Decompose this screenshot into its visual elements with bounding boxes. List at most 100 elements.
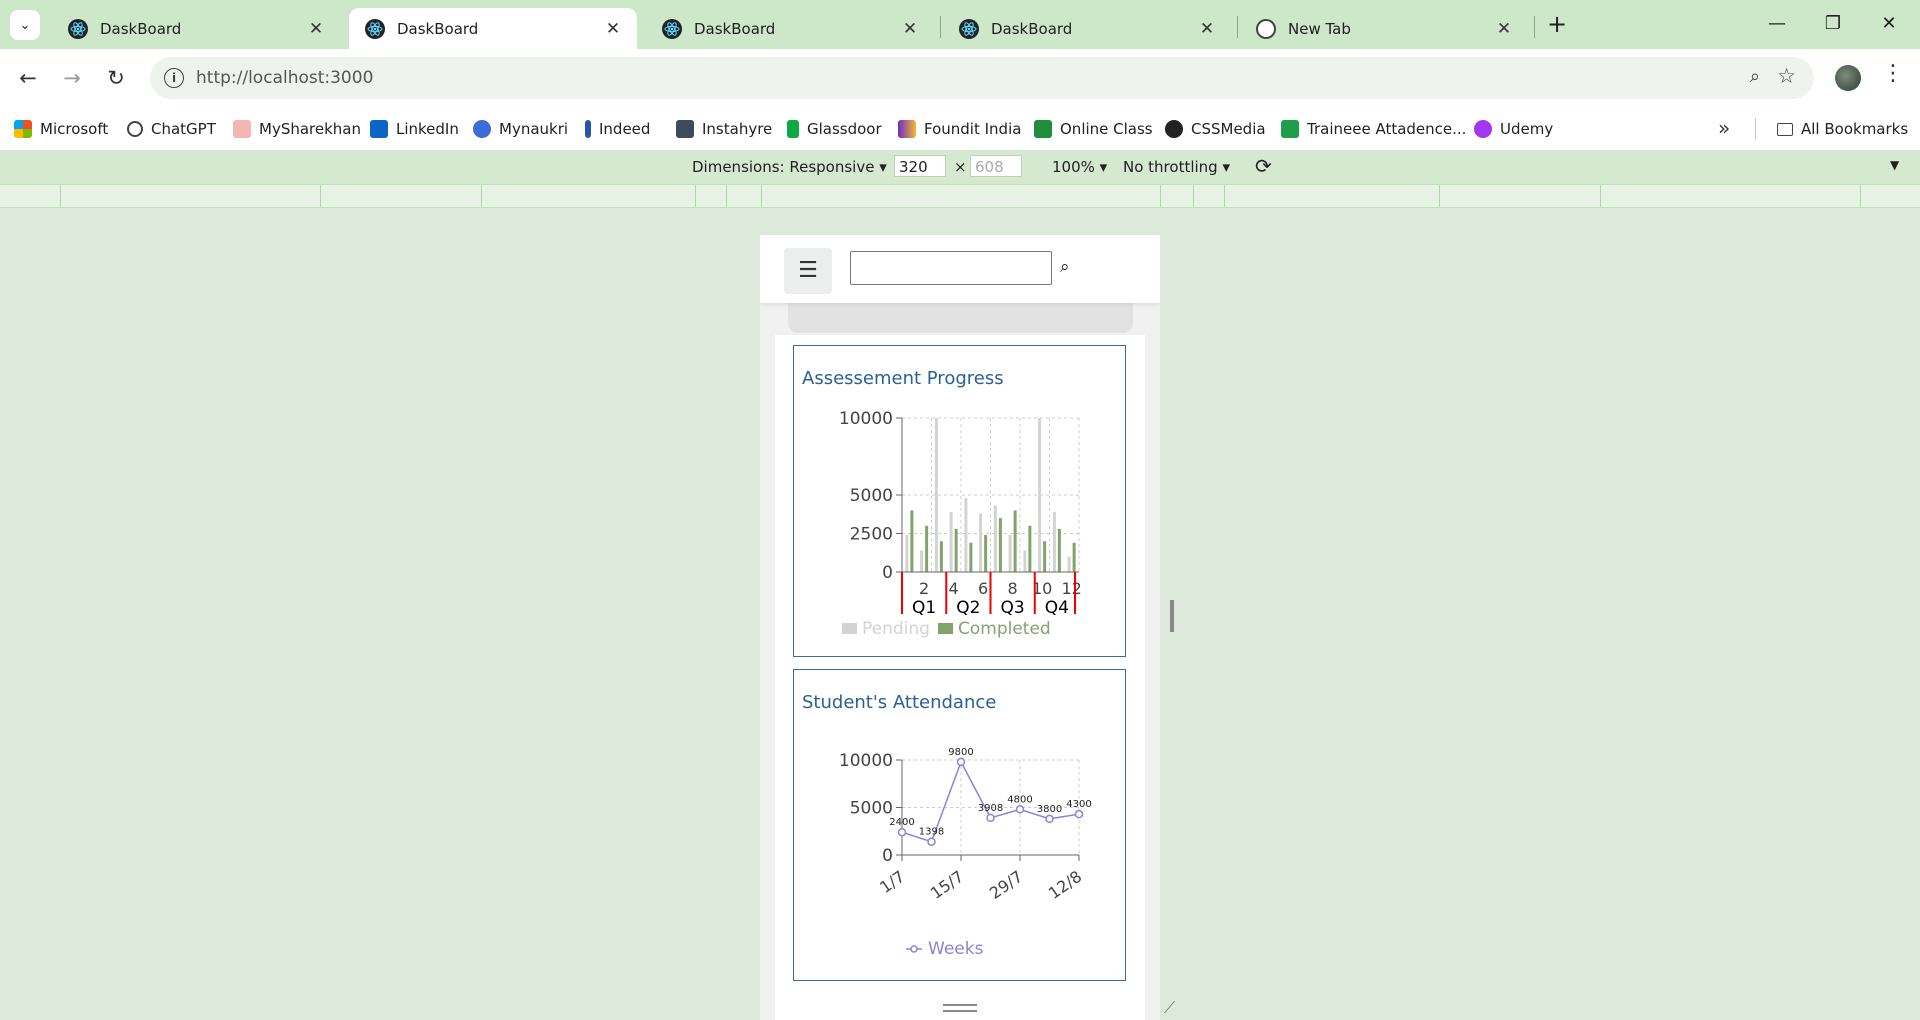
x-tick-label: 6	[978, 579, 988, 598]
tab-strip: ⌄ DaskBoard ✕ DaskBoard ✕ DaskBoard ✕ Da…	[0, 0, 1920, 49]
bar-completed	[1028, 525, 1032, 572]
all-bookmarks-button[interactable]: All Bookmarks	[1777, 118, 1908, 140]
address-bar[interactable]: i http://localhost:3000 ⌕ ☆	[150, 57, 1814, 99]
ruler-mark	[1224, 185, 1225, 207]
student-attendance-chart: 0 5000 10000 1/7 15/7 29/7 12/8 2400 1398 9800 390…	[839, 747, 1092, 959]
chatgpt-icon	[127, 121, 143, 137]
tab-daskboard-1[interactable]: DaskBoard ✕	[52, 8, 340, 49]
close-icon[interactable]: ✕	[898, 19, 922, 39]
bar-completed	[939, 541, 943, 572]
data-label: 3908	[978, 803, 1003, 814]
bookmark-indeed[interactable]: Indeed	[585, 118, 650, 140]
throttling-select[interactable]: No throttling ▾	[1123, 158, 1230, 176]
search-input[interactable]	[850, 251, 1052, 285]
forward-button[interactable]: →	[56, 62, 88, 94]
back-button[interactable]: ←	[12, 62, 44, 94]
resize-handle-right[interactable]	[1170, 600, 1174, 632]
site-info-icon[interactable]: i	[164, 68, 184, 88]
resize-corner-icon[interactable]: ⟋	[1164, 998, 1175, 1018]
bookmark-foundit[interactable]: Foundit India	[898, 118, 1021, 140]
bookmark-udemy[interactable]: Udemy	[1474, 118, 1553, 140]
search-icon[interactable]: ⌕	[1060, 257, 1070, 277]
height-input[interactable]: 608	[970, 155, 1022, 177]
y-tick-label: 0	[882, 563, 893, 583]
bar-pending	[1038, 418, 1042, 572]
bookmark-linkedin[interactable]: LinkedIn	[370, 118, 459, 140]
close-icon[interactable]: ✕	[601, 19, 625, 39]
tab-daskboard-3[interactable]: DaskBoard ✕	[646, 8, 934, 49]
minimize-button[interactable]: —	[1754, 10, 1800, 38]
close-icon[interactable]: ✕	[304, 19, 328, 39]
udemy-icon	[1474, 120, 1492, 138]
bookmark-label: Instahyre	[702, 120, 773, 138]
classroom-icon	[1034, 120, 1052, 138]
new-tab-button[interactable]: +	[1543, 10, 1571, 38]
bookmark-trainee-attendance[interactable]: Traineee Attadence...	[1281, 118, 1466, 140]
bookmark-label: Mynaukri	[499, 120, 569, 138]
bookmark-label: Online Class	[1060, 120, 1153, 138]
bar-pending	[934, 418, 938, 572]
data-label: 4800	[1007, 794, 1032, 805]
forward-arrow-icon: →	[63, 66, 81, 90]
more-bookmarks-icon[interactable]: »	[1718, 116, 1730, 140]
y-tick-label: 10000	[839, 409, 893, 429]
hamburger-menu-button[interactable]: ☰	[784, 248, 832, 294]
media-query-ruler	[0, 184, 1920, 208]
ruler-mark	[320, 185, 321, 207]
data-point	[986, 813, 995, 823]
ruler-mark	[481, 185, 482, 207]
zoom-select[interactable]: 100% ▾	[1052, 158, 1107, 176]
data-point	[1015, 805, 1025, 814]
bookmark-star-icon[interactable]: ☆	[1777, 64, 1796, 88]
ruler-mark	[1439, 185, 1440, 207]
legend-marker	[910, 945, 918, 953]
rotate-icon[interactable]: ⟳	[1255, 154, 1272, 178]
quarter-label: Q1	[912, 598, 936, 618]
bookmark-instahyre[interactable]: Instahyre	[676, 118, 772, 140]
bookmark-online-class[interactable]: Online Class	[1034, 118, 1153, 140]
dimensions-select[interactable]: Dimensions: Responsive ▾	[692, 158, 887, 176]
legend-label-completed: Completed	[958, 619, 1051, 639]
x-tick-label: 15/7	[927, 867, 967, 903]
legend-label-pending: Pending	[862, 619, 930, 639]
restore-icon: ❐	[1824, 13, 1842, 34]
resize-handle-bottom[interactable]	[943, 1004, 977, 1012]
legend-swatch-pending	[842, 623, 857, 634]
bookmark-chatgpt[interactable]: ChatGPT	[127, 118, 216, 140]
bookmark-microsoft[interactable]: Microsoft	[14, 118, 108, 140]
all-bookmarks-label: All Bookmarks	[1801, 120, 1909, 138]
tab-daskboard-4[interactable]: DaskBoard ✕	[943, 8, 1231, 49]
linkedin-icon	[370, 120, 388, 138]
data-label: 4300	[1066, 799, 1091, 810]
bookmark-label: Udemy	[1500, 120, 1554, 138]
url-text[interactable]: http://localhost:3000	[196, 68, 373, 88]
zoom-icon[interactable]: ⌕	[1750, 66, 1760, 87]
device-toolbar: Dimensions: Responsive ▾ 320 × 608 100% …	[0, 150, 1920, 184]
glassdoor-icon	[787, 120, 799, 138]
width-input[interactable]: 320	[894, 155, 946, 177]
quarter-label: Q2	[956, 598, 980, 618]
y-tick-label: 5000	[850, 799, 893, 819]
data-point	[956, 757, 966, 767]
menu-icon[interactable]: ⋮	[1882, 61, 1904, 86]
more-options-icon[interactable]: ▼	[1890, 158, 1899, 172]
close-icon[interactable]: ✕	[1492, 19, 1516, 39]
bar-completed	[954, 528, 958, 572]
y-tick-label: 2500	[850, 525, 893, 545]
bookmark-mysharekhan[interactable]: MySharekhan	[233, 118, 361, 140]
bookmark-mynaukri[interactable]: Mynaukri	[473, 118, 568, 140]
close-icon[interactable]: ✕	[1195, 19, 1219, 39]
reload-button[interactable]: ↻	[100, 62, 132, 94]
bookmark-label: LinkedIn	[396, 120, 459, 138]
tab-search-button[interactable]: ⌄	[10, 10, 40, 40]
quarter-label: Q4	[1045, 598, 1069, 618]
close-window-button[interactable]: ✕	[1866, 10, 1912, 38]
sheets-icon	[1281, 120, 1299, 138]
profile-avatar[interactable]	[1835, 65, 1861, 91]
ruler-mark	[1160, 185, 1161, 207]
tab-daskboard-2[interactable]: DaskBoard ✕	[349, 8, 637, 49]
tab-new-tab[interactable]: New Tab ✕	[1240, 8, 1528, 49]
bookmark-cssmedia[interactable]: CSSMedia	[1165, 118, 1266, 140]
restore-button[interactable]: ❐	[1810, 10, 1856, 38]
bookmark-glassdoor[interactable]: Glassdoor	[787, 118, 882, 140]
